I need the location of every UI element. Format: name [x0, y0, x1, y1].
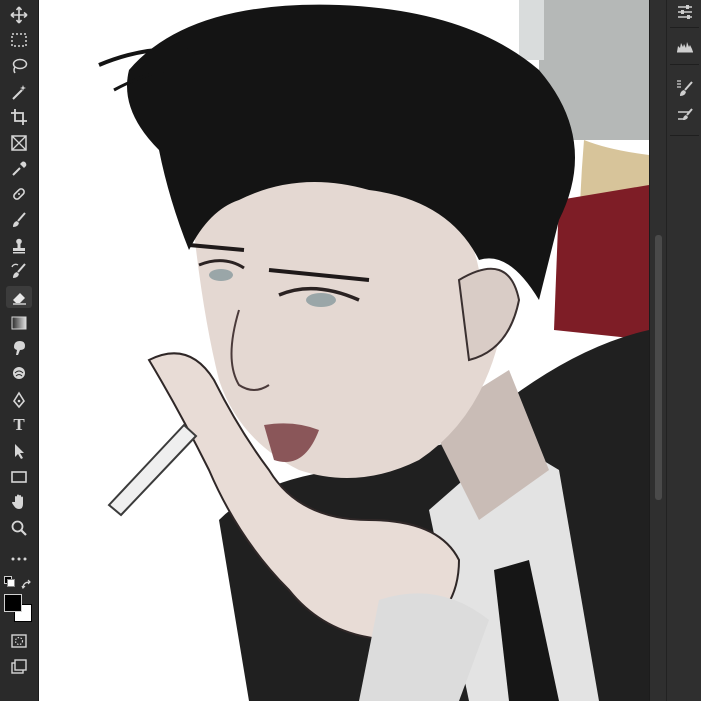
panel-dock: [666, 0, 701, 701]
brush-presets-icon[interactable]: [671, 104, 698, 128]
hand-icon[interactable]: [6, 491, 32, 513]
brush-settings-icon[interactable]: [671, 76, 698, 100]
eraser-icon[interactable]: [6, 286, 32, 308]
lasso-icon[interactable]: [6, 55, 32, 77]
type-tool-label: T: [13, 415, 25, 434]
illustration-image: [39, 0, 649, 701]
histogram-icon[interactable]: [671, 34, 698, 58]
swap-colors-icon[interactable]: [21, 576, 33, 590]
eyedropper-icon[interactable]: [6, 158, 32, 180]
gradient-icon[interactable]: [6, 312, 32, 334]
foreground-color-swatch[interactable]: [4, 594, 22, 612]
crop-icon[interactable]: [6, 106, 32, 128]
rectangle-shape-icon[interactable]: [6, 466, 32, 488]
magic-wand-icon[interactable]: [6, 81, 32, 103]
path-selection-icon[interactable]: [6, 440, 32, 462]
rectangular-marquee-icon[interactable]: [6, 29, 32, 51]
vertical-scrollbar[interactable]: [649, 0, 666, 701]
scrollbar-thumb[interactable]: [655, 235, 662, 500]
frame-icon[interactable]: [6, 132, 32, 154]
zoom-icon[interactable]: [6, 517, 32, 539]
history-brush-icon[interactable]: [6, 260, 32, 282]
healing-brush-icon[interactable]: [6, 183, 32, 205]
adjustments-icon[interactable]: [671, 0, 698, 24]
dodge-icon[interactable]: [6, 363, 32, 385]
more-tools-icon[interactable]: [6, 548, 32, 570]
brush-icon[interactable]: [6, 209, 32, 231]
tools-panel: T: [0, 0, 39, 701]
default-colors-icon[interactable]: [4, 576, 15, 587]
screen-mode-icon[interactable]: [6, 656, 32, 678]
pen-icon[interactable]: [6, 389, 32, 411]
move-icon[interactable]: [6, 4, 32, 26]
type-icon[interactable]: T: [6, 414, 32, 436]
smudge-icon[interactable]: [6, 337, 32, 359]
document-canvas[interactable]: [39, 0, 649, 701]
clone-stamp-icon[interactable]: [6, 235, 32, 257]
quick-mask-icon[interactable]: [6, 630, 32, 652]
